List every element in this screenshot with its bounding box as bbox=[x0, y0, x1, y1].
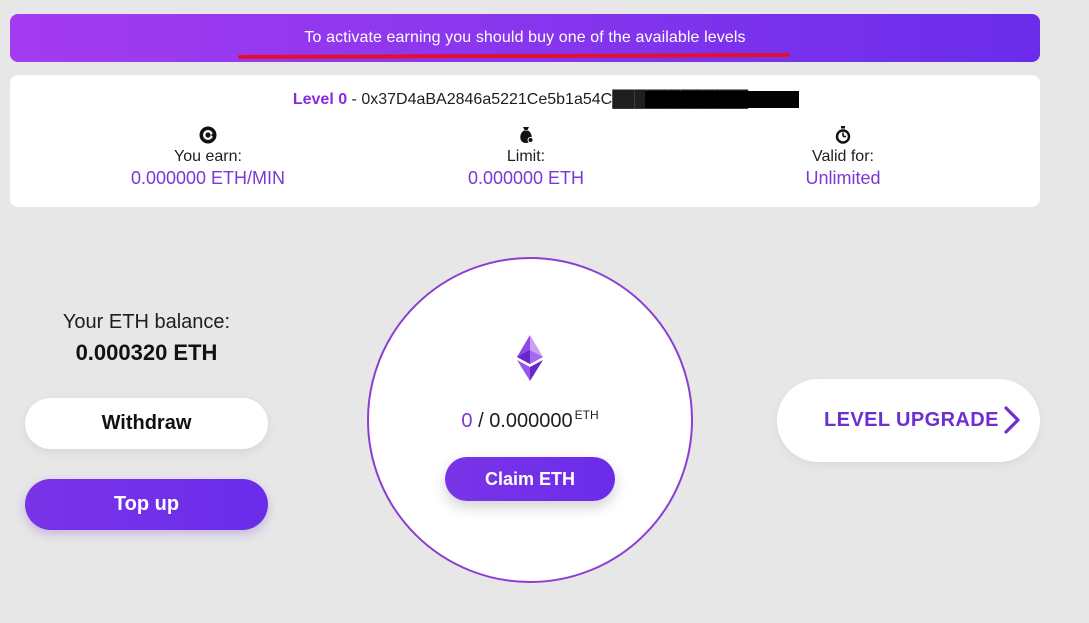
level-line: Level 0 - 0x37D4aBA2846a5221Ce5b1a54C███… bbox=[10, 90, 1040, 110]
stat-label: You earn: bbox=[174, 148, 242, 165]
stat-label: Valid for: bbox=[812, 148, 874, 165]
wallet-address-wrap: 0x37D4aBA2846a5221Ce5b1a54C████████████2 bbox=[361, 90, 800, 110]
claim-unit: ETH bbox=[574, 408, 599, 422]
eth-balance-value: 0.000320 ETH bbox=[75, 340, 218, 365]
level-separator: - bbox=[347, 91, 362, 108]
claim-current: 0 bbox=[461, 410, 473, 432]
stopwatch-icon bbox=[835, 126, 851, 144]
withdraw-button[interactable]: Withdraw bbox=[25, 398, 268, 449]
claim-eth-button[interactable]: Claim ETH bbox=[445, 457, 615, 501]
claim-amount: 0 / 0.000000 ETH bbox=[369, 408, 691, 433]
level-upgrade-button[interactable]: LEVEL UPGRADE bbox=[777, 379, 1040, 462]
stat-limit: Limit: 0.000000 ETH bbox=[406, 125, 646, 189]
stat-value: Unlimited bbox=[805, 168, 881, 188]
claim-circle: 0 / 0.000000 ETH Claim ETH bbox=[367, 257, 693, 583]
level-upgrade-label: LEVEL UPGRADE bbox=[824, 409, 999, 431]
level-info-card: Level 0 - 0x37D4aBA2846a5221Ce5b1a54C███… bbox=[10, 75, 1040, 207]
coin-icon bbox=[199, 126, 217, 144]
ethereum-icon bbox=[517, 335, 543, 381]
stat-value: 0.000000 ETH/MIN bbox=[130, 168, 286, 188]
eth-balance-label: Your ETH balance: bbox=[62, 311, 231, 333]
claim-total: 0.000000 bbox=[489, 410, 573, 432]
stat-label: Limit: bbox=[506, 148, 546, 165]
stat-valid-for: Valid for: Unlimited bbox=[723, 125, 963, 189]
claim-slash: / bbox=[472, 410, 490, 432]
stat-value: 0.000000 ETH bbox=[467, 168, 585, 188]
banner-red-underline bbox=[237, 53, 791, 59]
activation-banner: To activate earning you should buy one o… bbox=[10, 14, 1040, 62]
banner-text: To activate earning you should buy one o… bbox=[304, 29, 746, 46]
money-bag-icon bbox=[520, 127, 534, 143]
level-label: Level 0 bbox=[292, 91, 348, 108]
chevron-right-icon bbox=[1004, 406, 1020, 434]
address-redaction bbox=[645, 91, 800, 108]
stat-you-earn: You earn: 0.000000 ETH/MIN bbox=[88, 125, 328, 189]
top-up-button[interactable]: Top up bbox=[25, 479, 268, 530]
